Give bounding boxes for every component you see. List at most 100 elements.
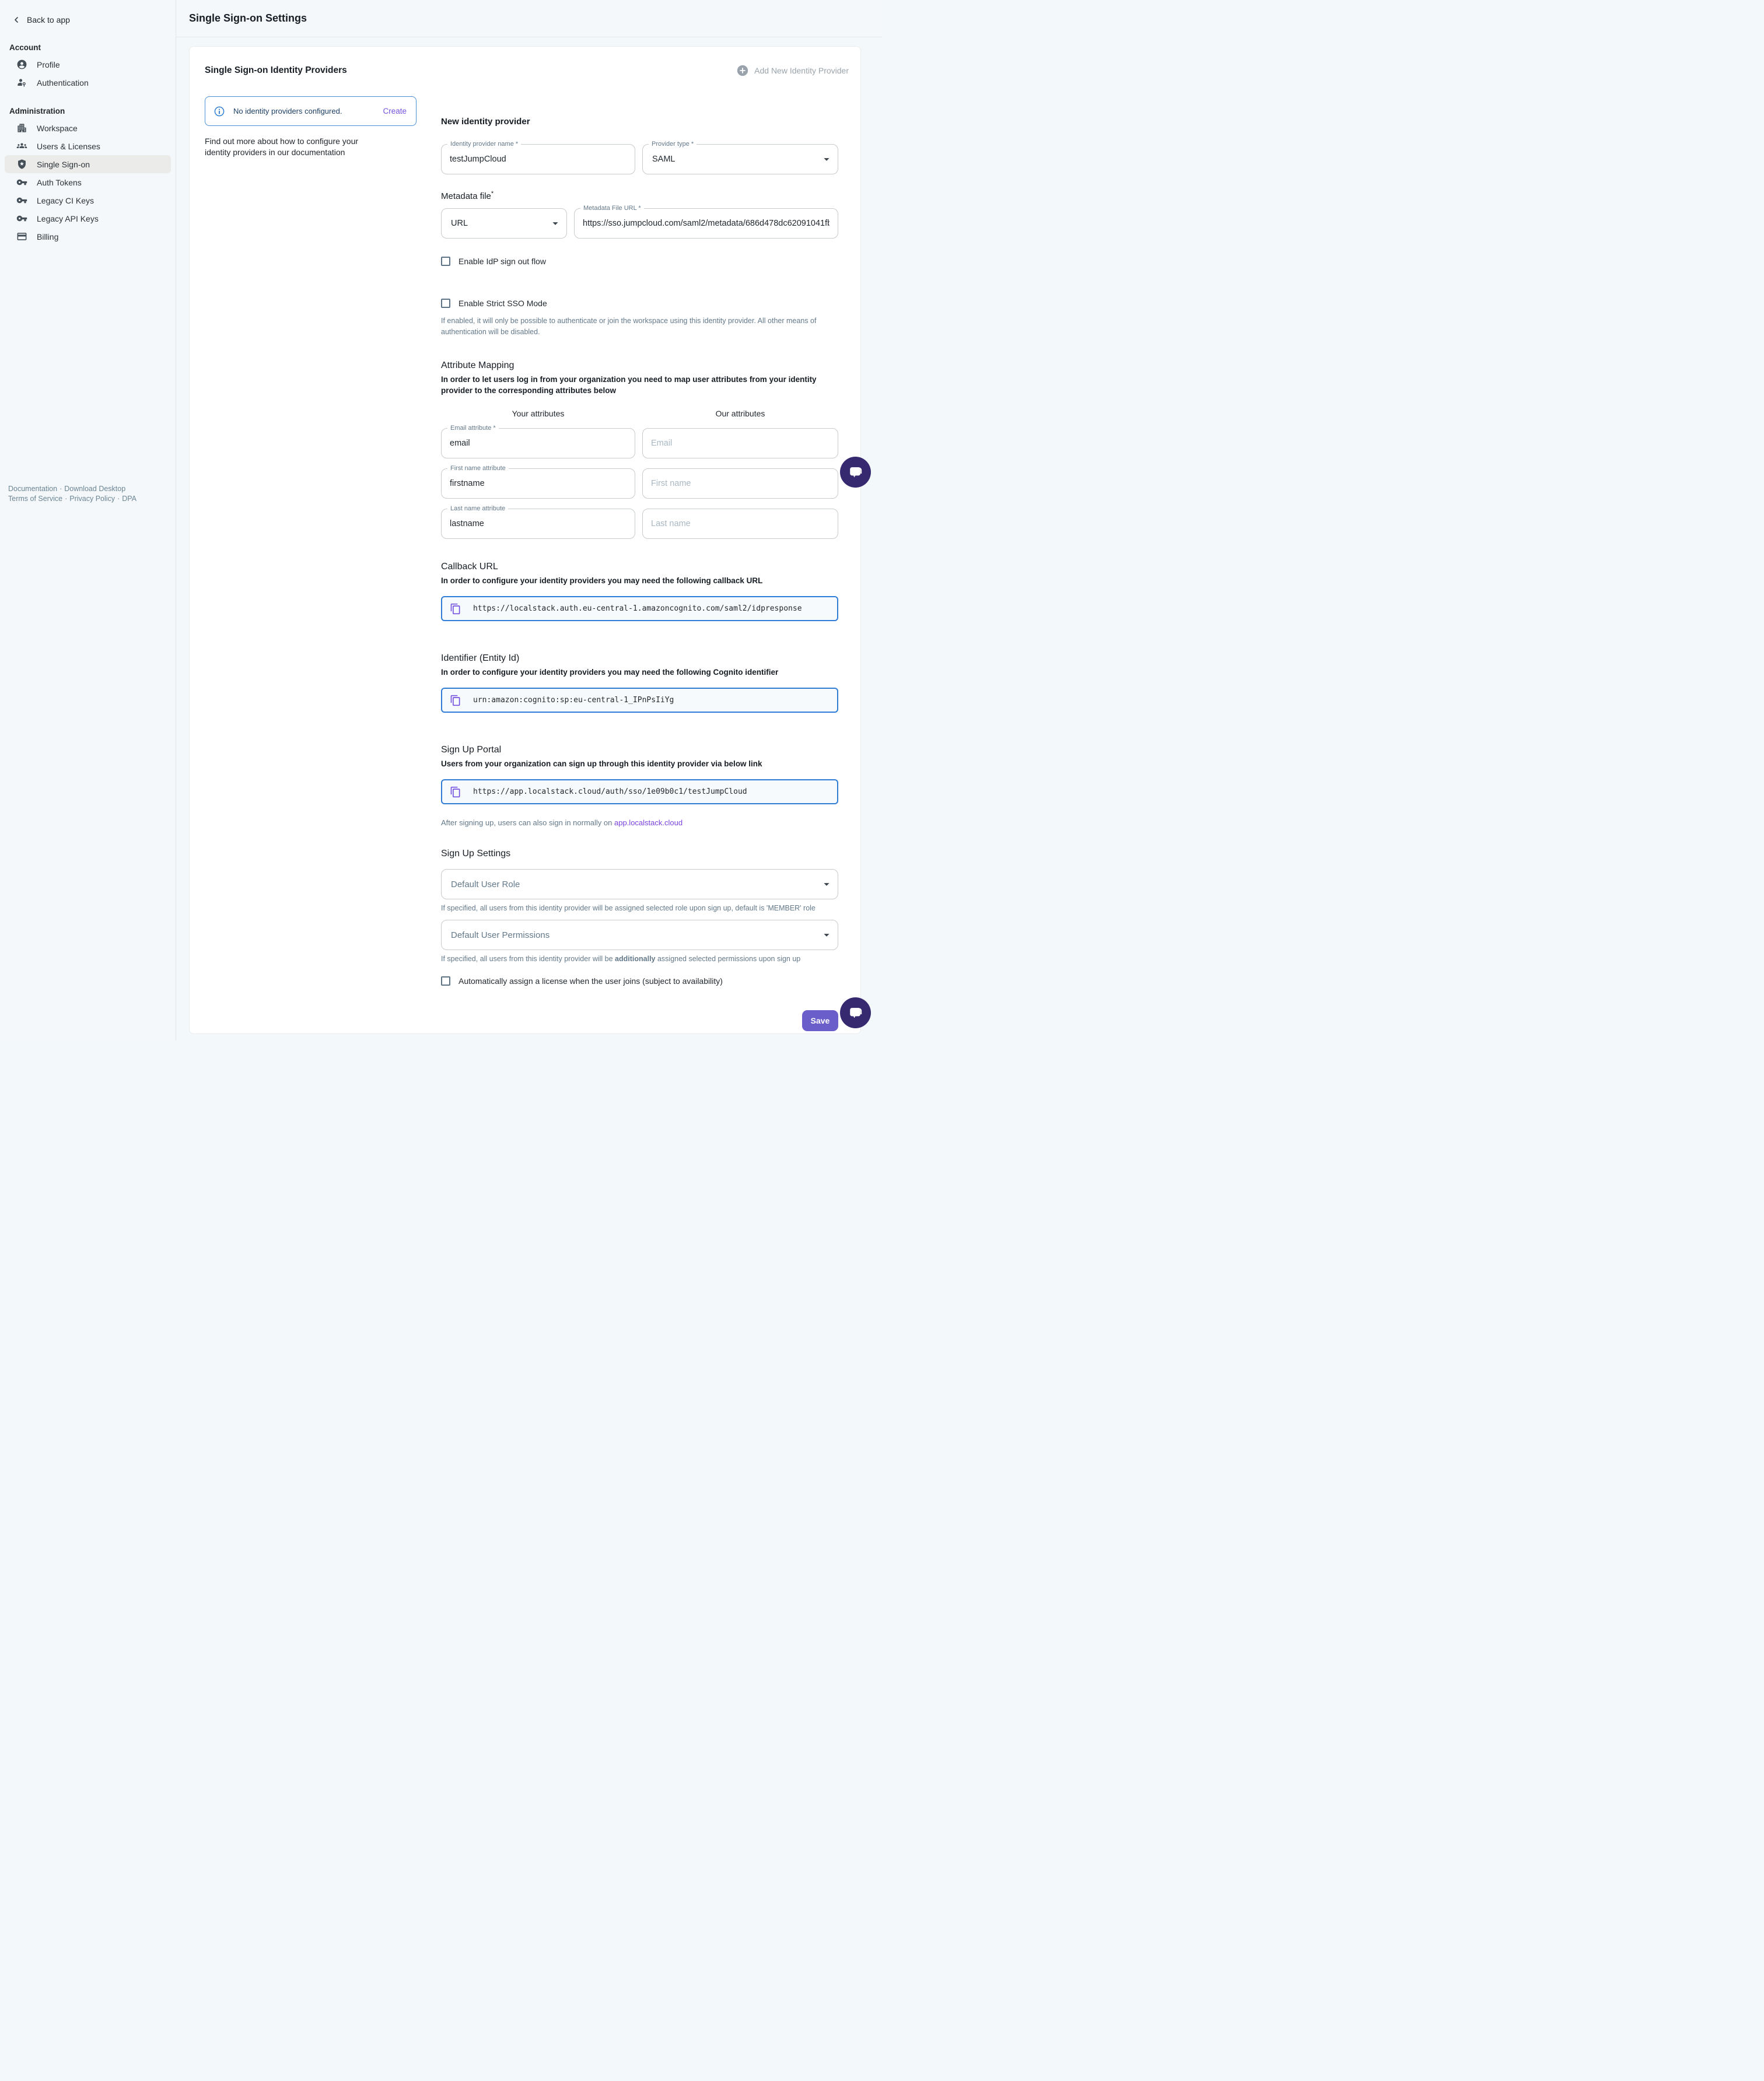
default-user-role-select[interactable]: Default User Role [441,869,838,899]
signup-portal-value: https://app.localstack.cloud/auth/sso/1e… [473,787,747,796]
chevron-down-icon [820,153,833,166]
sidebar-item-legacy-ci-keys[interactable]: Legacy CI Keys [5,191,171,209]
identity-provider-name-input[interactable] [442,155,635,164]
sidebar-item-label: Users & Licenses [37,142,100,151]
signup-portal-description: Users from your organization can sign up… [441,758,838,769]
role-helper: If specified, all users from this identi… [441,904,838,912]
identifier-heading: Identifier (Entity Id) [441,653,838,664]
metadata-file-url-input[interactable] [575,219,838,228]
strict-sso-helper: If enabled, it will only be possible to … [441,316,838,338]
sidebar-item-billing[interactable]: Billing [5,227,171,246]
our-attributes-header: Our attributes [642,409,838,418]
metadata-file-url-label: Metadata File URL * [580,205,644,212]
chat-widget-button[interactable] [840,457,871,488]
docs-note: Find out more about how to configure you… [205,136,383,158]
last-name-attribute-label: Last name attribute [447,505,508,512]
save-button[interactable]: Save [802,1010,838,1031]
copy-icon[interactable] [450,603,461,615]
app-root: Back to app Account Profile Authenticati… [0,0,882,1040]
strict-sso-checkbox[interactable] [441,299,450,308]
sidebar-item-legacy-api-keys[interactable]: Legacy API Keys [5,209,171,227]
chevron-down-icon [549,217,562,230]
email-our-attribute-input[interactable] [643,439,838,448]
provider-type-select[interactable]: Provider type * SAML [642,144,838,174]
provider-type-value: SAML [643,155,676,164]
terms-link[interactable]: Terms of Service [8,495,62,503]
new-provider-form: New identity provider Identity provider … [441,96,838,1031]
chat-widget-button[interactable] [840,997,871,1028]
default-user-permissions-select[interactable]: Default User Permissions [441,920,838,950]
auto-license-label: Automatically assign a license when the … [459,976,723,986]
first-name-attribute-field[interactable]: First name attribute [441,468,635,499]
add-new-identity-provider-label: Add New Identity Provider [754,66,849,75]
strict-sso-row: Enable Strict SSO Mode [441,299,838,308]
metadata-file-label: Metadata file* [441,190,838,201]
content: Single Sign-on Identity Providers Add Ne… [176,37,882,1040]
sidebar-item-authentication[interactable]: Authentication [5,73,171,92]
first-name-attribute-input[interactable] [442,479,635,488]
strict-sso-label: Enable Strict SSO Mode [459,299,547,308]
identity-provider-name-field[interactable]: Identity provider name * [441,144,635,174]
sidebar-item-auth-tokens[interactable]: Auth Tokens [5,173,171,191]
default-user-role-value: Default User Role [442,880,520,889]
person-key-icon [16,77,27,88]
documentation-link[interactable]: Documentation [8,485,57,493]
first-name-our-attribute-input[interactable] [643,479,838,488]
providers-column: No identity providers configured. Create… [205,96,416,1031]
signup-note: After signing up, users can also sign in… [441,818,838,827]
metadata-source-select[interactable]: URL [441,208,567,239]
license-row: Automatically assign a license when the … [441,976,838,986]
attribute-row-email: Email attribute * [441,428,838,458]
chevron-down-icon [820,878,833,891]
back-to-app-button[interactable]: Back to app [0,12,176,28]
idp-signout-checkbox[interactable] [441,257,450,266]
privacy-link[interactable]: Privacy Policy [69,495,115,503]
identity-provider-name-label: Identity provider name * [447,141,521,148]
sidebar-item-workspace[interactable]: Workspace [5,119,171,137]
download-desktop-link[interactable]: Download Desktop [64,485,125,493]
email-attribute-field[interactable]: Email attribute * [441,428,635,458]
sidebar-item-label: Profile [37,60,60,69]
plus-circle-icon [736,64,749,77]
email-attribute-input[interactable] [442,439,635,448]
group-icon [16,141,27,152]
attribute-row-lastname: Last name attribute [441,509,838,539]
copy-icon[interactable] [450,786,461,798]
alert-message: No identity providers configured. [233,107,342,115]
chevron-left-icon [12,15,21,24]
last-name-attribute-field[interactable]: Last name attribute [441,509,635,539]
permissions-helper: If specified, all users from this identi… [441,955,838,963]
sidebar-item-profile[interactable]: Profile [5,55,171,73]
sidebar-item-single-sign-on[interactable]: Single Sign-on [5,155,171,173]
callback-url-box: https://localstack.auth.eu-central-1.ama… [441,596,838,621]
page-title: Single Sign-on Settings [189,12,307,24]
sidebar-item-label: Legacy CI Keys [37,196,94,205]
attribute-mapping-description: In order to let users log in from your o… [441,374,838,396]
email-our-attribute-field[interactable] [642,428,838,458]
idp-signout-label: Enable IdP sign out flow [459,257,546,266]
dpa-link[interactable]: DPA [122,495,136,503]
identifier-value: urn:amazon:cognito:sp:eu-central-1_IPnPs… [473,696,674,705]
copy-icon[interactable] [450,695,461,706]
sso-card: Single Sign-on Identity Providers Add Ne… [189,46,861,1034]
first-name-our-attribute-field[interactable] [642,468,838,499]
add-new-identity-provider-button[interactable]: Add New Identity Provider [736,64,849,77]
create-link[interactable]: Create [383,107,407,115]
last-name-our-attribute-field[interactable] [642,509,838,539]
callback-url-value: https://localstack.auth.eu-central-1.ama… [473,604,802,613]
sidebar-item-users-licenses[interactable]: Users & Licenses [5,137,171,155]
attribute-mapping-heading: Attribute Mapping [441,360,838,371]
chat-bubble-icon [848,1005,863,1021]
sidebar-item-label: Authentication [37,78,89,87]
sidebar-section-account: Account [0,43,176,52]
auto-license-checkbox[interactable] [441,976,450,986]
sidebar-item-label: Legacy API Keys [37,214,99,223]
last-name-attribute-input[interactable] [442,519,635,528]
metadata-file-url-field[interactable]: Metadata File URL * [574,208,838,239]
last-name-our-attribute-input[interactable] [643,519,838,528]
required-asterisk: * [491,190,494,197]
identifier-description: In order to configure your identity prov… [441,667,838,678]
app-localstack-cloud-link[interactable]: app.localstack.cloud [614,818,682,827]
shield-star-icon [16,159,27,170]
form-heading: New identity provider [441,117,838,127]
